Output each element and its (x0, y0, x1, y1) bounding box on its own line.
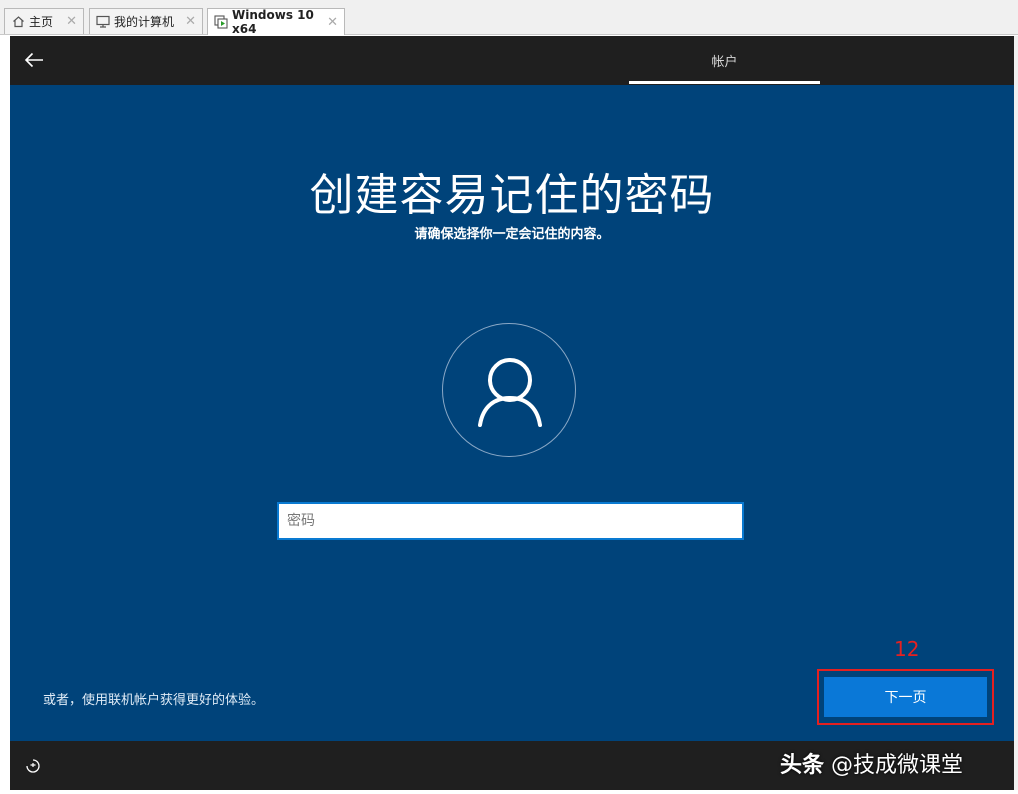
tab-my-computer-label: 我的计算机 (114, 15, 175, 29)
tab-account-label: 帐户 (711, 54, 738, 70)
close-icon[interactable]: ✕ (327, 15, 338, 30)
online-account-link[interactable]: 或者，使用联机帐户获得更好的体验。 (43, 689, 264, 708)
tab-my-computer[interactable]: 我的计算机 ✕ (89, 8, 203, 34)
computer-icon (96, 15, 110, 29)
close-icon[interactable]: ✕ (185, 14, 196, 29)
tab-windows-10-x64-label: Windows 10 x64 (232, 8, 314, 36)
tab-windows-10-x64[interactable]: Windows 10 x64 ✕ (207, 8, 345, 36)
watermark-author: @技成微课堂 (831, 753, 964, 778)
step-annotation: 12 (894, 637, 920, 661)
tab-account-underline (629, 81, 820, 84)
vm-icon (214, 15, 228, 29)
window-edge (1014, 36, 1018, 790)
watermark-brand: 头条 (780, 753, 825, 778)
vmware-tab-bar: 主页 ✕ 我的计算机 ✕ Windows 10 x64 ✕ (0, 0, 1018, 36)
vm-console[interactable]: 帐户 创建容易记住的密码 请确保选择你一定会记住的内容。 或者，使用联机帐户获得… (10, 36, 1014, 790)
page-subtitle: 请确保选择你一定会记住的内容。 (414, 227, 610, 242)
tab-home[interactable]: 主页 ✕ (4, 8, 84, 34)
tab-home-label: 主页 (29, 15, 54, 29)
close-icon[interactable]: ✕ (66, 14, 77, 29)
user-avatar-icon (442, 323, 576, 457)
home-icon (11, 15, 25, 29)
password-input[interactable] (277, 502, 744, 540)
watermark: 头条 @技成微课堂 (780, 747, 963, 779)
next-button[interactable]: 下一页 (824, 677, 987, 717)
setup-panel: 创建容易记住的密码 请确保选择你一定会记住的内容。 或者，使用联机帐户获得更好的… (10, 85, 1014, 741)
oobe-bottom-bar: 头条 @技成微课堂 (10, 741, 1014, 790)
oobe-top-bar: 帐户 (10, 36, 1014, 84)
ease-of-access-icon[interactable] (24, 757, 42, 775)
back-arrow-icon[interactable] (22, 48, 46, 72)
tab-account: 帐户 (629, 36, 820, 84)
page-title: 创建容易记住的密码 (309, 170, 715, 221)
